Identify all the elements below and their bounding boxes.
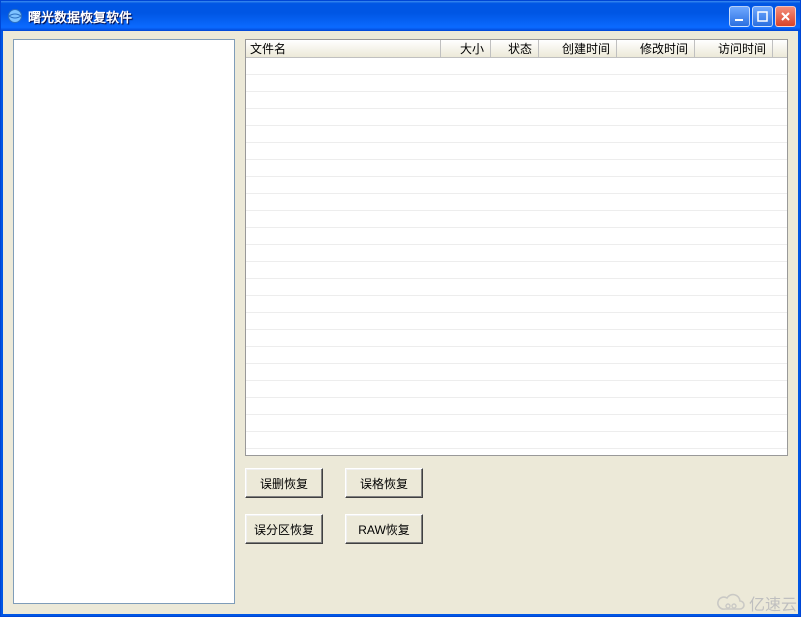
table-row[interactable] <box>246 415 787 432</box>
caption-buttons <box>729 6 796 27</box>
table-row[interactable] <box>246 364 787 381</box>
column-header[interactable]: 修改时间 <box>617 40 695 57</box>
minimize-button[interactable] <box>729 6 750 27</box>
raw-recovery-button[interactable]: RAW恢复 <box>345 514 423 544</box>
client-area: 文件名大小状态创建时间修改时间访问时间 误删恢复 误格恢复 误分区恢复 RAW恢… <box>1 31 800 616</box>
list-headers: 文件名大小状态创建时间修改时间访问时间 <box>246 40 787 58</box>
format-recovery-button[interactable]: 误格恢复 <box>345 468 423 498</box>
table-row[interactable] <box>246 398 787 415</box>
table-row[interactable] <box>246 109 787 126</box>
table-row[interactable] <box>246 75 787 92</box>
table-row[interactable] <box>246 279 787 296</box>
table-row[interactable] <box>246 262 787 279</box>
header-spacer <box>773 40 779 57</box>
table-row[interactable] <box>246 296 787 313</box>
column-header[interactable]: 状态 <box>491 40 539 57</box>
table-row[interactable] <box>246 347 787 364</box>
column-header[interactable]: 创建时间 <box>539 40 617 57</box>
app-icon <box>7 8 23 24</box>
table-row[interactable] <box>246 432 787 449</box>
table-row[interactable] <box>246 177 787 194</box>
column-header[interactable]: 大小 <box>441 40 491 57</box>
table-row[interactable] <box>246 58 787 75</box>
table-row[interactable] <box>246 330 787 347</box>
table-row[interactable] <box>246 245 787 262</box>
maximize-button[interactable] <box>752 6 773 27</box>
column-header[interactable]: 访问时间 <box>695 40 773 57</box>
deleted-recovery-button[interactable]: 误删恢复 <box>245 468 323 498</box>
column-header[interactable]: 文件名 <box>246 40 441 57</box>
close-button[interactable] <box>775 6 796 27</box>
table-row[interactable] <box>246 126 787 143</box>
right-panel: 文件名大小状态创建时间修改时间访问时间 误删恢复 误格恢复 误分区恢复 RAW恢… <box>245 39 788 604</box>
titlebar[interactable]: 曙光数据恢复软件 <box>1 1 800 31</box>
table-row[interactable] <box>246 381 787 398</box>
table-row[interactable] <box>246 313 787 330</box>
partition-recovery-button[interactable]: 误分区恢复 <box>245 514 323 544</box>
table-row[interactable] <box>246 160 787 177</box>
table-row[interactable] <box>246 194 787 211</box>
button-panel: 误删恢复 误格恢复 误分区恢复 RAW恢复 <box>245 468 788 544</box>
table-row[interactable] <box>246 228 787 245</box>
tree-panel[interactable] <box>13 39 235 604</box>
window-title: 曙光数据恢复软件 <box>28 7 729 26</box>
table-row[interactable] <box>246 92 787 109</box>
app-window: 曙光数据恢复软件 文件名大小状态创建时间修改时间访问时间 误 <box>0 0 801 617</box>
file-list[interactable]: 文件名大小状态创建时间修改时间访问时间 <box>245 39 788 456</box>
table-row[interactable] <box>246 211 787 228</box>
table-row[interactable] <box>246 143 787 160</box>
list-rows <box>246 58 787 455</box>
